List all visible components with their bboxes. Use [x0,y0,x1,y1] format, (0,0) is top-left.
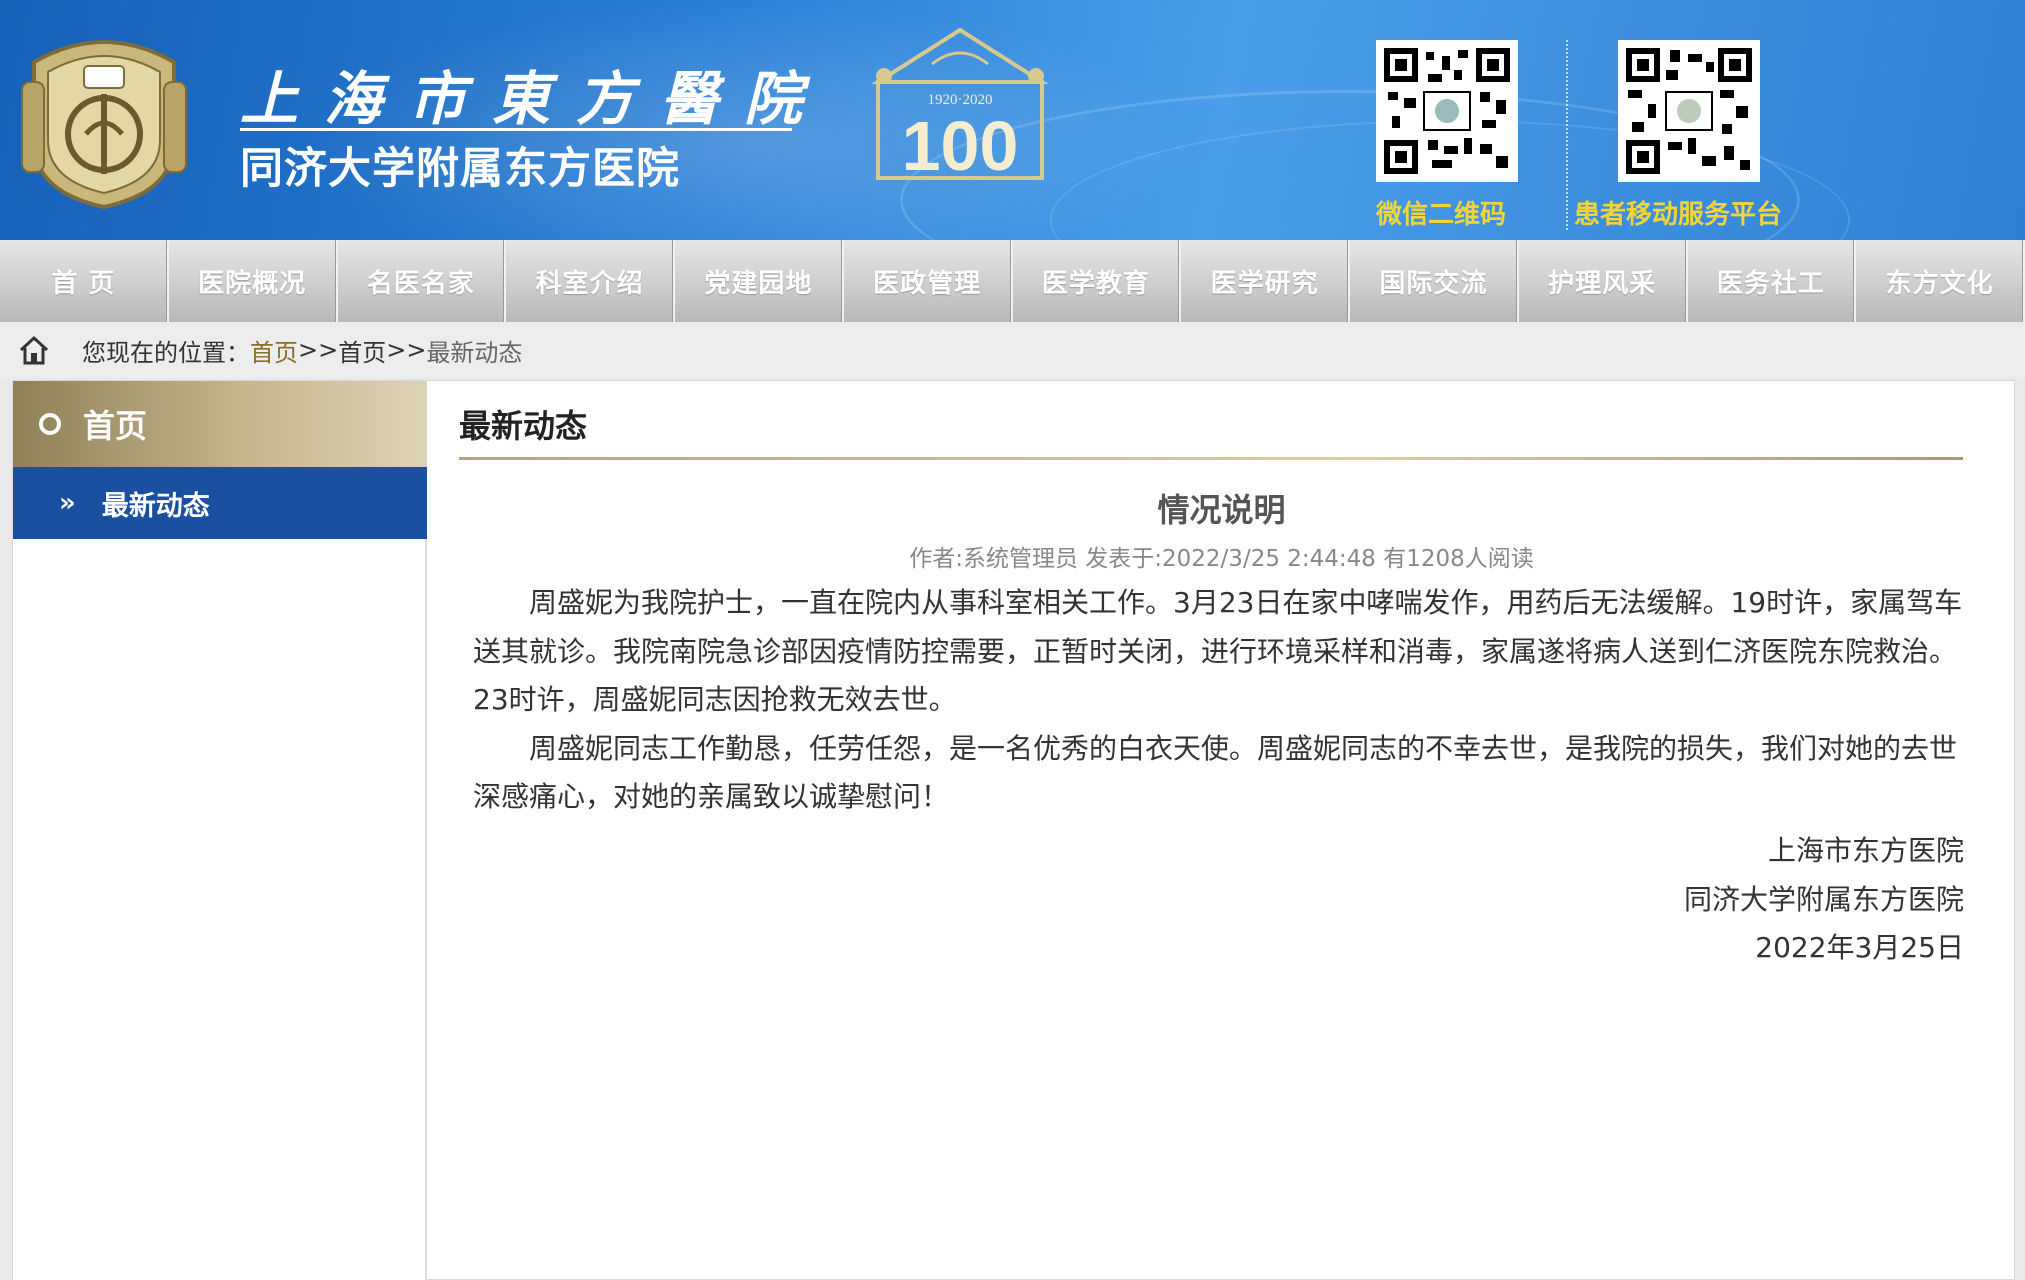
nav-label: 医学教育 [1041,268,1150,299]
nav-item-party-building[interactable]: 党建园地 [675,240,844,322]
sidebar-item-latest-news[interactable]: » 最新动态 [13,467,427,539]
breadcrumb-separator: >> [298,336,339,364]
article-body: 周盛妮为我院护士，一直在院内从事科室相关工作。3月23日在家中哮喘发作，用药后无… [473,579,1973,822]
hospital-emblem-logo[interactable] [14,22,194,212]
nav-item-hospital-overview[interactable]: 医院概况 [169,240,338,322]
patient-service-caption: 患者移动服务平台 [1574,200,1783,230]
nav-label: 医学研究 [1210,268,1319,299]
article-title: 情况说明 [1157,491,1286,529]
nav-item-home[interactable]: 首 页 [0,240,169,322]
signature-date: 2022年3月25日 [1755,931,1964,964]
nav-label: 护理风采 [1548,268,1657,299]
nav-label: 东方文化 [1885,268,1994,299]
nav-label: 医院概况 [198,268,307,299]
double-chevron-right-icon: » [59,488,76,518]
sidebar-heading[interactable]: 首页 [13,381,427,467]
patient-service-qr-code [1618,40,1760,182]
centennial-years: 1920·2020 [928,92,993,108]
wechat-qr-caption: 微信二维码 [1376,200,1507,230]
breadcrumb-label: 您现在的位置： [82,338,250,367]
nav-label: 党建园地 [704,268,813,299]
nav-label: 首 页 [51,268,116,299]
article-signature: 上海市东方医院 同济大学附属东方医院 2022年3月25日 [1684,827,1964,973]
wechat-qr-code [1376,40,1518,182]
centennial-number: 100 [902,107,1019,182]
nav-label: 医务社工 [1716,268,1825,299]
article-paragraph: 周盛妮为我院护士，一直在院内从事科室相关工作。3月23日在家中哮喘发作，用药后无… [473,586,1963,716]
sidebar: 首页 » 最新动态 [13,381,427,1280]
circle-bullet-icon [39,413,61,435]
qr-code-icon [1384,48,1510,174]
centennial-100-logo: 1920·2020 100 [872,27,1048,182]
nav-label: 医政管理 [873,268,982,299]
nav-item-medical-admin[interactable]: 医政管理 [844,240,1013,322]
nav-item-international[interactable]: 国际交流 [1350,240,1519,322]
hospital-name-subtitle: 同济大学附属东方医院 [240,144,680,194]
breadcrumb-link-home-2[interactable]: 首页 [338,333,386,368]
signature-line-hospital: 上海市东方医院 [1767,834,1964,867]
article-meta: 作者:系统管理员 发表于:2022/3/25 2:44:48 有1208人阅读 [909,546,1534,572]
nav-item-social-work[interactable]: 医务社工 [1688,240,1857,322]
hospital-name-calligraphy: 上海市東方醫院 [240,65,829,133]
nav-item-medical-research[interactable]: 医学研究 [1181,240,1350,322]
section-title-rule [459,457,1963,460]
main-nav: 首 页 医院概况 名医名家 科室介绍 党建园地 医政管理 医学教育 医学研究 国… [0,240,2025,322]
hospital-name-rule [240,128,792,131]
section-title: 最新动态 [459,407,588,445]
nav-item-departments[interactable]: 科室介绍 [506,240,675,322]
signature-line-affiliation: 同济大学附属东方医院 [1683,882,1964,916]
breadcrumb-link-home[interactable]: 首页 [250,333,298,368]
breadcrumb: 您现在的位置： 首页 >> 首页 >> 最新动态 [0,322,2025,378]
nav-label: 国际交流 [1379,268,1488,299]
breadcrumb-separator: >> [386,336,427,364]
breadcrumb-current: 最新动态 [426,338,523,367]
nav-item-medical-education[interactable]: 医学教育 [1013,240,1182,322]
nav-item-nursing[interactable]: 护理风采 [1519,240,1688,322]
nav-item-famous-doctors[interactable]: 名医名家 [338,240,507,322]
site-header: 上海市東方醫院 同济大学附属东方医院 1920·2020 100 微信二维码 患… [0,0,2025,240]
nav-label: 科室介绍 [535,268,644,299]
qr-divider [1566,40,1568,230]
main-content: 最新动态 情况说明 作者:系统管理员 发表于:2022/3/25 2:44:48… [429,381,2014,1280]
sidebar-item-label: 最新动态 [101,490,210,522]
content-frame: 首页 » 最新动态 最新动态 情况说明 作者:系统管理员 发表于:2022/3/… [12,380,2015,1280]
article-paragraph: 周盛妮同志工作勤恳，任劳任怨，是一名优秀的白衣天使。周盛妮同志的不幸去世，是我院… [473,731,1958,814]
nav-label: 名医名家 [366,268,475,299]
qr-code-icon [1626,48,1752,174]
sidebar-heading-label: 首页 [83,407,148,445]
home-icon[interactable] [18,335,50,365]
nav-item-culture[interactable]: 东方文化 [1856,240,2025,322]
